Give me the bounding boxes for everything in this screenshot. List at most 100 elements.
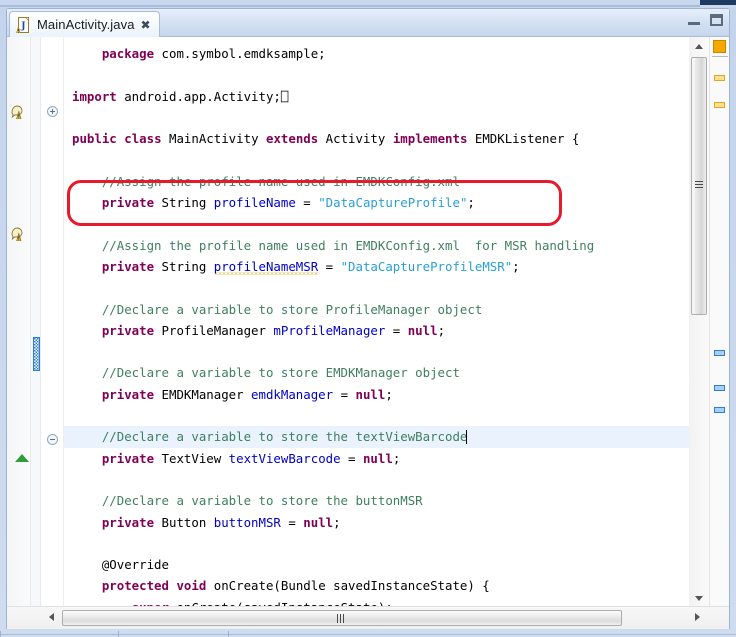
code-token: Activity	[318, 131, 393, 146]
overview-occurrence-marker[interactable]	[714, 407, 725, 413]
code-token: ;	[385, 387, 392, 402]
code-token: "DataCaptureProfile"	[318, 195, 467, 210]
code-token: TextView	[154, 451, 229, 466]
overview-ruler-divider	[712, 56, 728, 57]
eclipse-editor-screenshot: J MainActivity.java ✖	[0, 0, 736, 637]
code-token: com.symbol.emdksample;	[154, 46, 326, 61]
vertical-scrollbar[interactable]	[689, 37, 709, 607]
unsaved-change-bar	[33, 337, 40, 371]
scroll-down-arrow-icon[interactable]	[689, 590, 709, 607]
workbench-tick	[228, 631, 229, 637]
minimize-icon[interactable]	[688, 16, 700, 25]
scroll-left-arrow-icon[interactable]	[43, 607, 61, 628]
code-token: =	[333, 387, 355, 402]
overview-occurrence-marker[interactable]	[714, 350, 725, 356]
code-token: null	[363, 451, 393, 466]
overview-ruler[interactable]	[709, 37, 729, 607]
editor-tab-mainactivity[interactable]: J MainActivity.java ✖	[9, 11, 160, 37]
code-token: String	[154, 259, 214, 274]
code-token: android.app.Activity;	[117, 89, 281, 104]
code-line[interactable]	[64, 533, 689, 554]
code-token: null	[356, 387, 386, 402]
code-token	[72, 365, 102, 380]
code-line[interactable]	[64, 341, 689, 362]
code-token: private	[102, 451, 154, 466]
code-token: MainActivity	[162, 131, 266, 146]
code-line[interactable]: //Assign the profile name used in EMDKCo…	[64, 171, 689, 192]
code-line[interactable]: //Declare a variable to store EMDKManage…	[64, 362, 689, 383]
code-line[interactable]: private ProfileManager mProfileManager =…	[64, 320, 689, 341]
code-token: void	[176, 578, 206, 593]
code-token: //Assign the profile name used in EMDKCo…	[102, 174, 460, 189]
code-line[interactable]	[64, 149, 689, 170]
code-token: ;	[438, 323, 445, 338]
annotation-gutter[interactable]	[7, 37, 31, 607]
code-token: textViewBarcode	[229, 451, 341, 466]
warning-marker-import[interactable]	[10, 103, 26, 119]
folding-gutter[interactable]	[42, 37, 64, 607]
close-icon[interactable]: ✖	[141, 19, 151, 31]
maximize-icon[interactable]	[710, 14, 723, 26]
code-token: emdkManager	[251, 387, 333, 402]
overview-warning-marker[interactable]	[714, 75, 725, 81]
code-line[interactable]	[64, 469, 689, 490]
code-token: ProfileManager	[154, 323, 273, 338]
code-token	[72, 451, 102, 466]
code-token	[72, 387, 102, 402]
workbench-separator-line	[0, 5, 700, 7]
scroll-right-arrow-icon[interactable]	[689, 607, 707, 628]
code-token: EMDKManager	[154, 387, 251, 402]
code-line[interactable]: public class MainActivity extends Activi…	[64, 128, 689, 149]
scrollbar-grip-horizontal-icon	[337, 614, 347, 623]
source-code[interactable]: package com.symbol.emdksample; import an…	[64, 43, 689, 607]
code-line[interactable]	[64, 213, 689, 234]
warning-marker-profilenamemsr[interactable]	[10, 225, 26, 241]
overview-occurrence-marker[interactable]	[714, 385, 725, 391]
code-token	[72, 515, 102, 530]
text-caret	[466, 430, 467, 444]
code-token: ⎕	[281, 89, 288, 104]
code-line[interactable]: package com.symbol.emdksample;	[64, 43, 689, 64]
code-line[interactable]: import android.app.Activity;⎕	[64, 86, 689, 107]
editor-window: J MainActivity.java ✖	[6, 8, 730, 630]
code-token: private	[102, 387, 154, 402]
overview-status-square[interactable]	[713, 40, 726, 53]
code-line[interactable]: //Declare a variable to store the button…	[64, 490, 689, 511]
code-line[interactable]: private String profileNameMSR = "DataCap…	[64, 256, 689, 277]
overview-warning-marker[interactable]	[714, 102, 725, 108]
code-token	[72, 493, 102, 508]
horizontal-scrollbar[interactable]	[7, 606, 729, 629]
code-line[interactable]	[64, 277, 689, 298]
code-token: protected	[102, 578, 169, 593]
code-token: package	[102, 46, 154, 61]
code-line[interactable]: private Button buttonMSR = null;	[64, 512, 689, 533]
horizontal-scrollbar-thumb[interactable]	[62, 610, 622, 626]
code-line[interactable]: protected void onCreate(Bundle savedInst…	[64, 575, 689, 596]
code-line[interactable]: //Declare a variable to store ProfileMan…	[64, 299, 689, 320]
code-line[interactable]: private TextView textViewBarcode = null;	[64, 448, 689, 469]
code-token: //Declare a variable to store EMDKManage…	[102, 365, 460, 380]
code-line[interactable]: //Assign the profile name used in EMDKCo…	[64, 235, 689, 256]
fold-collapse-oncreate-icon[interactable]	[47, 434, 58, 445]
code-token: "DataCaptureProfileMSR"	[341, 259, 513, 274]
code-token: null	[408, 323, 438, 338]
code-line[interactable]: private String profileName = "DataCaptur…	[64, 192, 689, 213]
editor-body: package com.symbol.emdksample; import an…	[7, 37, 729, 629]
code-token: =	[296, 195, 318, 210]
change-bar-gutter	[31, 37, 41, 607]
code-line[interactable]	[64, 405, 689, 426]
code-editing-area[interactable]: package com.symbol.emdksample; import an…	[64, 37, 689, 607]
code-line[interactable]: private EMDKManager emdkManager = null;	[64, 384, 689, 405]
code-line[interactable]: //Declare a variable to store the textVi…	[64, 426, 689, 447]
code-token	[72, 195, 102, 210]
occurrence-up-arrow-icon[interactable]	[15, 454, 29, 462]
svg-text:J: J	[20, 21, 25, 31]
code-line[interactable]	[64, 64, 689, 85]
workbench-bottom-strip	[0, 629, 736, 637]
code-token: private	[102, 515, 154, 530]
fold-expand-imports-icon[interactable]	[47, 106, 58, 117]
code-line[interactable]	[64, 107, 689, 128]
scroll-up-arrow-icon[interactable]	[689, 37, 709, 54]
code-line[interactable]: @Override	[64, 554, 689, 575]
vertical-scrollbar-thumb[interactable]	[691, 57, 707, 315]
